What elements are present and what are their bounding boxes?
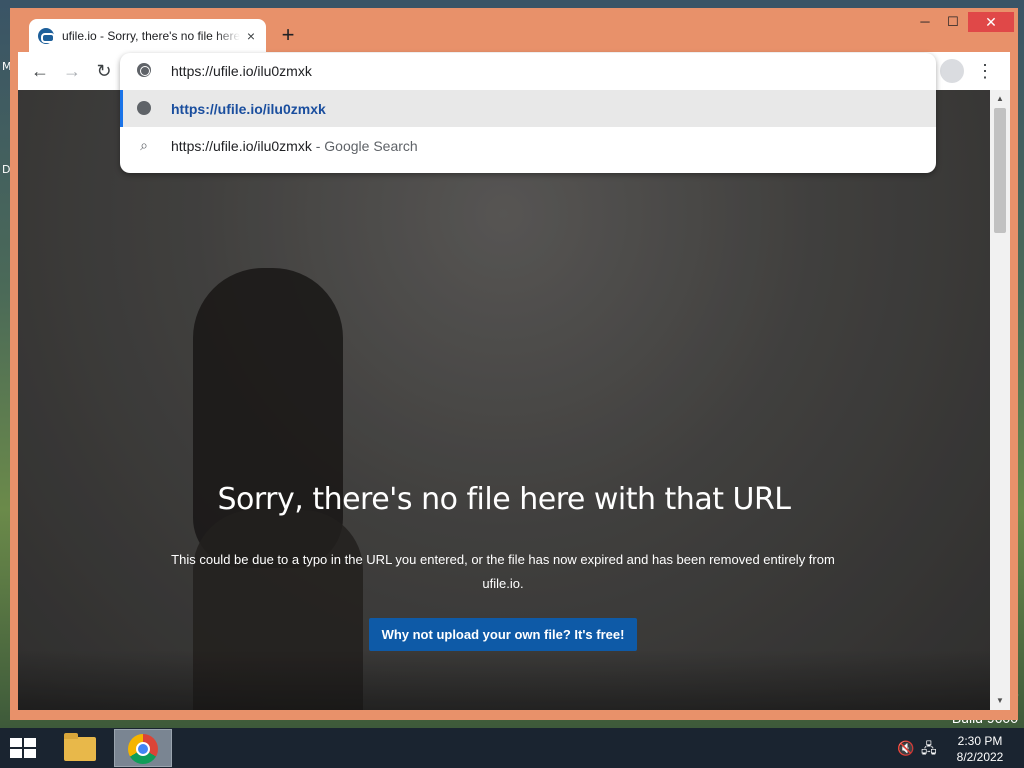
profile-avatar-icon[interactable] — [940, 59, 964, 83]
omnibox-suggestion-url[interactable]: https://ufile.io/ilu0zmxk — [120, 90, 936, 127]
upload-file-button[interactable]: Why not upload your own file? It's free! — [369, 618, 637, 651]
close-window-button[interactable]: ✕ — [968, 12, 1014, 32]
new-tab-button[interactable]: + — [276, 24, 300, 48]
back-button[interactable]: ← — [27, 58, 53, 84]
reload-button[interactable]: ↻ — [91, 58, 117, 84]
forward-button[interactable]: → — [59, 58, 85, 84]
browser-window: ufile.io - Sorry, there's no file here ×… — [10, 8, 1018, 720]
page-content: Sorry, there's no file here with that UR… — [18, 90, 990, 710]
chrome-icon — [128, 734, 158, 764]
address-bar[interactable]: https://ufile.io/ilu0zmxk — [120, 53, 936, 89]
taskbar-clock[interactable]: 2:30 PM 8/2/2022 — [950, 733, 1010, 765]
error-description: This could be due to a typo in the URL y… — [171, 552, 835, 591]
chrome-taskbar-button[interactable] — [114, 729, 172, 767]
globe-icon — [137, 63, 151, 77]
volume-muted-icon[interactable]: 🔇 — [897, 740, 914, 756]
ufile-favicon-icon — [38, 28, 55, 44]
scroll-down-icon[interactable]: ▼ — [990, 694, 1010, 708]
file-explorer-taskbar-icon[interactable] — [63, 733, 97, 763]
taskbar: 🔇 🖧 2:30 PM 8/2/2022 — [0, 728, 1024, 768]
omnibox-dropdown: https://ufile.io/ilu0zmxk https://ufile.… — [120, 53, 936, 173]
browser-tab[interactable]: ufile.io - Sorry, there's no file here × — [29, 19, 266, 53]
network-icon[interactable]: 🖧 — [921, 740, 937, 756]
tab-close-icon[interactable]: × — [242, 27, 260, 45]
omnibox-suggestion-search[interactable]: ⌕ https://ufile.io/ilu0zmxk - Google Sea… — [120, 127, 936, 164]
suggestion-suffix: - Google Search — [311, 138, 418, 154]
folder-icon — [64, 733, 96, 761]
background-overlay — [18, 90, 990, 710]
search-icon: ⌕ — [140, 137, 148, 153]
windows-start-button[interactable] — [10, 738, 38, 760]
tab-title: ufile.io - Sorry, there's no file here — [62, 29, 240, 43]
page-title: Sorry, there's no file here with that UR… — [217, 482, 791, 517]
clock-time: 2:30 PM — [957, 734, 1003, 748]
scroll-up-icon[interactable]: ▲ — [990, 92, 1010, 106]
address-input[interactable]: https://ufile.io/ilu0zmxk — [171, 63, 312, 79]
maximize-button[interactable]: ☐ — [938, 12, 968, 32]
suggestion-text: https://ufile.io/ilu0zmxk - Google Searc… — [171, 138, 418, 154]
browser-menu-button[interactable]: ⋮ — [972, 58, 998, 84]
scroll-thumb[interactable] — [994, 108, 1006, 233]
title-bar[interactable]: ufile.io - Sorry, there's no file here ×… — [10, 8, 1018, 53]
clock-date: 8/2/2022 — [956, 750, 1004, 764]
page-scrollbar[interactable]: ▲ ▼ — [990, 90, 1010, 710]
globe-icon — [137, 101, 151, 115]
suggestion-text: https://ufile.io/ilu0zmxk — [171, 101, 326, 117]
minimize-button[interactable]: ─ — [910, 12, 940, 32]
